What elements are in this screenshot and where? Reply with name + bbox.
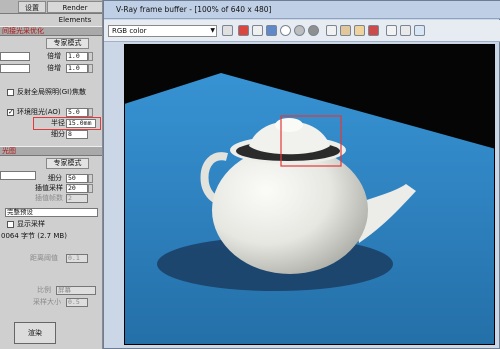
alpha-channel-icon[interactable] (266, 25, 277, 36)
expert-mode-button-2[interactable]: 专家模式 (46, 158, 89, 169)
scale-label: 比例 (37, 286, 51, 294)
render-setup-panel: 设置 Render Elements 间接光采优化 专家模式 倍增 1.0 倍增… (0, 0, 103, 349)
highlight-radius-box (33, 117, 101, 130)
channel-select-value: RGB color (112, 27, 147, 35)
clear-icon[interactable] (326, 25, 337, 36)
render-setup-tabs: 设置 Render Elements (0, 0, 102, 24)
interp-frames-label: 插值帧数 (35, 194, 63, 202)
preset-dropdown-small[interactable] (0, 171, 36, 180)
distance-threshold-label: 距离阈值 (30, 254, 58, 262)
settings-icon[interactable] (400, 25, 411, 36)
gi-caustics-checkbox[interactable] (7, 89, 14, 96)
rollout-gi-title[interactable]: 间接光采优化 (0, 26, 102, 36)
show-samples-label: 显示采样 (17, 220, 45, 228)
ao-checkbox[interactable]: ✓ (7, 109, 14, 116)
ao-label: 环境阻光(AO) (17, 108, 61, 116)
expert-mode-button[interactable]: 专家模式 (46, 38, 89, 49)
render-image (125, 45, 494, 344)
multiplier-label-1: 倍增 (47, 52, 61, 60)
rollout-irradiance-title[interactable]: 光图 (0, 146, 102, 156)
multiplier-label-2: 倍增 (47, 64, 61, 72)
channel-select[interactable]: RGB color ▼ (108, 25, 217, 37)
chevron-down-icon: ▼ (210, 27, 215, 34)
render-button[interactable]: 渲染 (14, 322, 56, 344)
teapot-body (212, 146, 368, 274)
multiplier-spinner-2[interactable] (88, 64, 93, 73)
primary-engine-dropdown[interactable] (0, 52, 30, 61)
copy-icon[interactable] (340, 25, 351, 36)
ao-amount-spinner[interactable] (88, 108, 93, 117)
green-channel-icon[interactable] (238, 25, 249, 36)
subdiv-field[interactable]: 8 (66, 130, 88, 139)
subdivs-field[interactable]: 50 (66, 174, 88, 183)
blue-channel-icon[interactable] (252, 25, 263, 36)
region-icon[interactable] (368, 25, 379, 36)
sample-size-label: 采样大小 (33, 298, 61, 306)
vray-frame-buffer-window: V-Ray frame buffer - [100% of 640 x 480]… (103, 0, 500, 349)
teapot-knob (275, 118, 303, 132)
subdiv-label: 细分 (51, 130, 65, 138)
frame-buffer-toolbar: RGB color ▼ (104, 20, 500, 42)
subdivs-spinner[interactable] (88, 174, 93, 183)
calc-mode-dropdown[interactable]: 完整预设 (5, 208, 98, 217)
frame-buffer-titlebar[interactable]: V-Ray frame buffer - [100% of 640 x 480] (104, 1, 500, 19)
sample-size-field[interactable]: 0.5 (66, 298, 88, 307)
gi-caustics-label: 反射全局照明(GI)焦散 (17, 88, 86, 96)
tracking-icon[interactable] (386, 25, 397, 36)
ao-amount-field[interactable]: 5.0 (66, 108, 88, 117)
load-icon[interactable] (308, 25, 319, 36)
multiplier-spinner-1[interactable] (88, 52, 93, 61)
secondary-engine-dropdown[interactable] (0, 64, 30, 73)
multiplier-field-2[interactable]: 1.0 (66, 64, 88, 73)
subdivs-label: 细分 (48, 174, 62, 182)
memory-usage-text: 0064 字节 (2.7 MB) (1, 232, 67, 240)
interp-field[interactable]: 20 (66, 184, 88, 193)
interp-frames-field[interactable]: 2 (66, 194, 88, 203)
render-viewport[interactable] (124, 44, 495, 345)
frame-buffer-title: V-Ray frame buffer - [100% of 640 x 480] (116, 5, 272, 14)
distance-threshold-field[interactable]: 0.1 (66, 254, 88, 263)
interp-spinner[interactable] (88, 184, 93, 193)
lut-icon[interactable] (414, 25, 425, 36)
tab-settings[interactable]: 设置 (18, 1, 46, 13)
tab-render-elements[interactable]: Render Elements (47, 1, 102, 24)
interp-label: 插值采样 (35, 184, 63, 192)
red-channel-icon[interactable] (222, 25, 233, 36)
mono-icon[interactable] (280, 25, 291, 36)
show-samples-checkbox[interactable] (7, 221, 14, 228)
duplicate-icon[interactable] (354, 25, 365, 36)
save-icon[interactable] (294, 25, 305, 36)
scale-dropdown[interactable]: 屏幕 (56, 286, 96, 295)
multiplier-field-1[interactable]: 1.0 (66, 52, 88, 61)
